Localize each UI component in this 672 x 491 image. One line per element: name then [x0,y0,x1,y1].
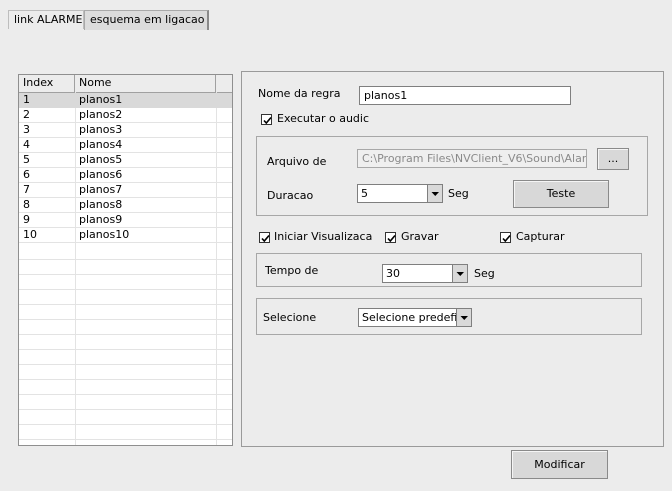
record-checkbox[interactable] [385,232,396,243]
duration-label: Duracao [267,189,314,202]
modify-button[interactable]: Modificar [511,450,608,479]
browse-file-button[interactable]: ... [597,148,629,170]
table-row[interactable]: 6 planos6 [19,168,232,183]
cell-index: 9 [23,213,30,226]
cell-name: planos6 [79,168,123,181]
tab-link-alarme[interactable]: link ALARME [8,10,84,29]
cell-index: 10 [23,228,37,241]
cell-index: 4 [23,138,30,151]
table-row[interactable]: 10 planos10 [19,228,232,243]
preset-select[interactable]: Selecione predefir [358,308,472,327]
column-header-nome[interactable]: Nome [75,75,216,92]
table-row[interactable]: 1 planos1 [19,93,232,108]
cell-index: 7 [23,183,30,196]
grid-line [19,364,232,365]
table-row[interactable]: 7 planos7 [19,183,232,198]
cell-index: 8 [23,198,30,211]
grid-line [19,274,232,275]
duration-unit-label: Seg [448,187,469,200]
exec-audio-label: Executar o audic [277,112,370,125]
cell-name: planos8 [79,198,123,211]
time-value: 30 [386,267,400,280]
capture-label: Capturar [516,230,565,243]
rule-name-label: Nome da regra [258,87,341,100]
cell-index: 2 [23,108,30,121]
column-header-index[interactable]: Index [19,75,75,92]
tab-label: link ALARME [14,13,83,26]
grid-line [19,304,232,305]
preset-value: Selecione predefir [362,311,457,324]
checkmark-icon [263,116,272,125]
duration-value: 5 [361,187,368,200]
cell-name: planos4 [79,138,123,151]
grid-line [19,289,232,290]
cell-name: planos3 [79,123,123,136]
time-group: Tempo de 30 Seg [256,253,642,287]
start-view-checkbox[interactable] [259,232,270,243]
tab-esquema-em-ligacao[interactable]: esquema em ligacao [84,10,209,30]
table-row[interactable]: 5 planos5 [19,153,232,168]
grid-line [19,319,232,320]
dropdown-arrow-icon[interactable] [456,309,471,326]
capture-checkbox[interactable] [500,232,511,243]
grid-line [19,424,232,425]
cell-index: 1 [23,93,30,106]
cell-name: planos10 [79,228,130,241]
cell-index: 3 [23,123,30,136]
grid-line [19,409,232,410]
time-select[interactable]: 30 [382,264,468,283]
audio-settings-group: Arquivo de C:\Program Files\NVClient_V6\… [256,136,648,216]
grid-line [19,379,232,380]
exec-audio-checkbox[interactable] [261,114,272,125]
dropdown-arrow-icon[interactable] [452,265,467,282]
table-row[interactable]: 9 planos9 [19,213,232,228]
preset-group: Selecione Selecione predefir [256,298,642,335]
table-row[interactable]: 4 planos4 [19,138,232,153]
grid-line [19,349,232,350]
grid-line [19,259,232,260]
cell-name: planos2 [79,108,123,121]
rule-settings-panel: Nome da regra planos1 Executar o audic A… [241,71,664,447]
cell-name: planos1 [79,93,123,106]
cell-index: 5 [23,153,30,166]
table-row[interactable]: 3 planos3 [19,123,232,138]
table-row[interactable]: 2 planos2 [19,108,232,123]
grid-line [19,439,232,440]
time-label: Tempo de [265,264,319,277]
test-audio-button[interactable]: Teste [513,180,609,208]
cell-name: planos5 [79,153,123,166]
tab-label: esquema em ligacao [90,13,205,26]
cell-index: 6 [23,168,30,181]
duration-select[interactable]: 5 [357,184,443,203]
file-label: Arquivo de [267,155,327,168]
grid-line [19,334,232,335]
checkmark-icon [502,234,511,243]
checkmark-icon [387,234,396,243]
dropdown-arrow-icon[interactable] [427,185,442,202]
start-view-label: Iniciar Visualizacac [274,230,372,243]
table-row[interactable]: 8 planos8 [19,198,232,213]
audio-file-path-input[interactable]: C:\Program Files\NVClient_V6\Sound\Alarm [357,149,587,168]
record-label: Gravar [401,230,439,243]
rule-name-input[interactable]: planos1 [359,86,571,105]
table-header: Index Nome [19,75,232,93]
preset-label: Selecione [263,311,317,324]
time-unit-label: Seg [474,267,495,280]
checkmark-icon [261,234,270,243]
cell-name: planos7 [79,183,123,196]
grid-line [19,394,232,395]
rules-table[interactable]: Index Nome 1 planos1 2 planos2 3 planos3… [18,74,233,446]
cell-name: planos9 [79,213,123,226]
